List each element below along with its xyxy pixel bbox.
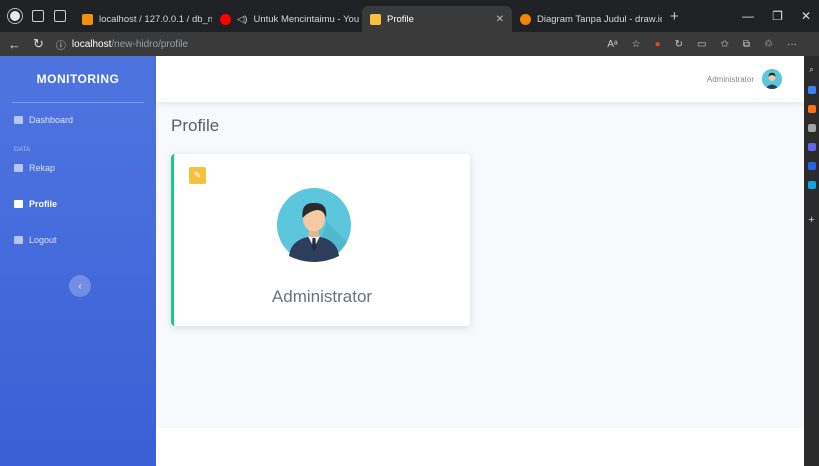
extension-icon[interactable]: ● [655, 39, 661, 50]
sign-out-icon [14, 236, 23, 244]
window-icons [0, 0, 74, 32]
performance-icon[interactable]: ♲ [764, 39, 773, 50]
restore-icon[interactable]: ❐ [772, 9, 783, 23]
tab-phpmyadmin[interactable]: localhost / 127.0.0.1 / db_newhi ✕ [74, 6, 212, 32]
favorite-star-icon[interactable]: ☆ [632, 39, 641, 50]
avatar [277, 188, 351, 263]
user-avatar-icon [277, 188, 351, 263]
sidebar: MONITORING Dashboard DATA Rekap Profile … [0, 56, 156, 466]
sidebar-heading: DATA [14, 145, 31, 153]
address-bar: ← ↻ ⓘ localhost/new-hidro/profile Aᵃ ☆ ●… [0, 32, 819, 56]
sidebar-item-profile[interactable]: Profile [0, 191, 156, 217]
shopping-icon[interactable] [807, 105, 816, 113]
footer [156, 428, 804, 466]
search-icon[interactable]: ⌕ [809, 64, 814, 75]
browser-tab-bar: localhost / 127.0.0.1 / db_newhi ✕ ◁) Un… [0, 0, 819, 32]
page-title: Profile [171, 116, 220, 135]
read-aloud-icon[interactable]: Aᵃ [607, 39, 617, 50]
phpmyadmin-favicon-icon [82, 13, 93, 25]
sidebar-divider [12, 102, 144, 103]
tools-icon[interactable] [807, 124, 816, 132]
user-avatar-icon [762, 69, 782, 89]
info-icon[interactable]: ⓘ [56, 37, 66, 52]
tab-label: Untuk Mencintaimu - You [253, 13, 360, 25]
url-host: localhost [71, 38, 112, 50]
back-icon[interactable]: ← [8, 37, 21, 52]
profile-icon[interactable] [8, 9, 22, 23]
address-bar-icons: Aᵃ ☆ ● ↻ ▭ ✩ ⧉ ♲ ··· [607, 39, 811, 50]
more-icon[interactable]: ··· [787, 39, 797, 50]
close-tab-icon[interactable]: ✕ [490, 14, 504, 25]
dashboard-icon [14, 116, 23, 124]
profile-card: ✎ Administrator [171, 154, 470, 326]
favorites-icon[interactable]: ✩ [721, 39, 729, 50]
close-window-icon[interactable]: ✕ [801, 9, 811, 23]
page-viewport: MONITORING Dashboard DATA Rekap Profile … [0, 56, 804, 466]
youtube-favicon-icon [220, 13, 231, 25]
audio-playing-icon[interactable]: ◁) [237, 14, 247, 25]
drawio-favicon-icon [520, 13, 531, 25]
tab-youtube[interactable]: ◁) Untuk Mencintaimu - You ✕ [212, 6, 362, 32]
topbar-user-name[interactable]: Administrator [707, 75, 754, 84]
browser-side-panel: ⌕ + [804, 56, 819, 466]
refresh-page-icon[interactable]: ↻ [675, 39, 683, 50]
tab-label: Diagram Tanpa Judul - draw.io [537, 13, 662, 25]
tab-label: localhost / 127.0.0.1 / db_newhi [99, 13, 212, 25]
profile-favicon-icon [370, 13, 381, 25]
brand-title[interactable]: MONITORING [0, 56, 156, 102]
outlook-icon[interactable] [807, 181, 816, 189]
sidebar-item-label: Profile [29, 199, 58, 209]
url-path: /new-hidro/profile [111, 38, 189, 50]
sidebar-item-logout[interactable]: Logout [0, 227, 156, 253]
collections-icon[interactable]: ⧉ [743, 39, 750, 50]
avatar[interactable] [762, 69, 782, 89]
sidebar-item-rekap[interactable]: Rekap [0, 155, 156, 181]
tab-actions-icon[interactable] [54, 10, 66, 22]
sidebar-item-label: Rekap [29, 163, 56, 173]
table-icon [14, 164, 23, 172]
window-controls: — ❐ ✕ [742, 9, 819, 23]
tab-profile[interactable]: Profile ✕ [362, 6, 512, 32]
workspaces-icon[interactable] [32, 10, 44, 22]
office-icon[interactable] [807, 162, 816, 170]
sidebar-item-label: Logout [29, 235, 57, 245]
user-icon [14, 200, 23, 208]
topbar: Administrator [156, 56, 804, 102]
add-icon[interactable]: + [808, 214, 814, 226]
sidebar-app-icon[interactable] [807, 86, 816, 94]
sidebar-toggle-button[interactable]: ‹ [69, 275, 91, 297]
edit-profile-button[interactable]: ✎ [189, 167, 206, 184]
profile-name: Administrator [271, 287, 373, 306]
new-tab-icon[interactable]: + [662, 8, 687, 25]
split-screen-icon[interactable]: ▭ [697, 39, 706, 50]
url-field[interactable]: ⓘ localhost/new-hidro/profile [56, 37, 188, 52]
edit-icon: ✎ [193, 170, 202, 180]
minimize-icon[interactable]: — [742, 9, 754, 23]
refresh-icon[interactable]: ↻ [33, 36, 44, 52]
games-icon[interactable] [807, 143, 816, 151]
tab-drawio[interactable]: Diagram Tanpa Judul - draw.io ✕ [512, 6, 662, 32]
sidebar-item-label: Dashboard [29, 115, 74, 125]
sidebar-item-dashboard[interactable]: Dashboard [0, 107, 156, 133]
tab-label: Profile [387, 13, 414, 25]
